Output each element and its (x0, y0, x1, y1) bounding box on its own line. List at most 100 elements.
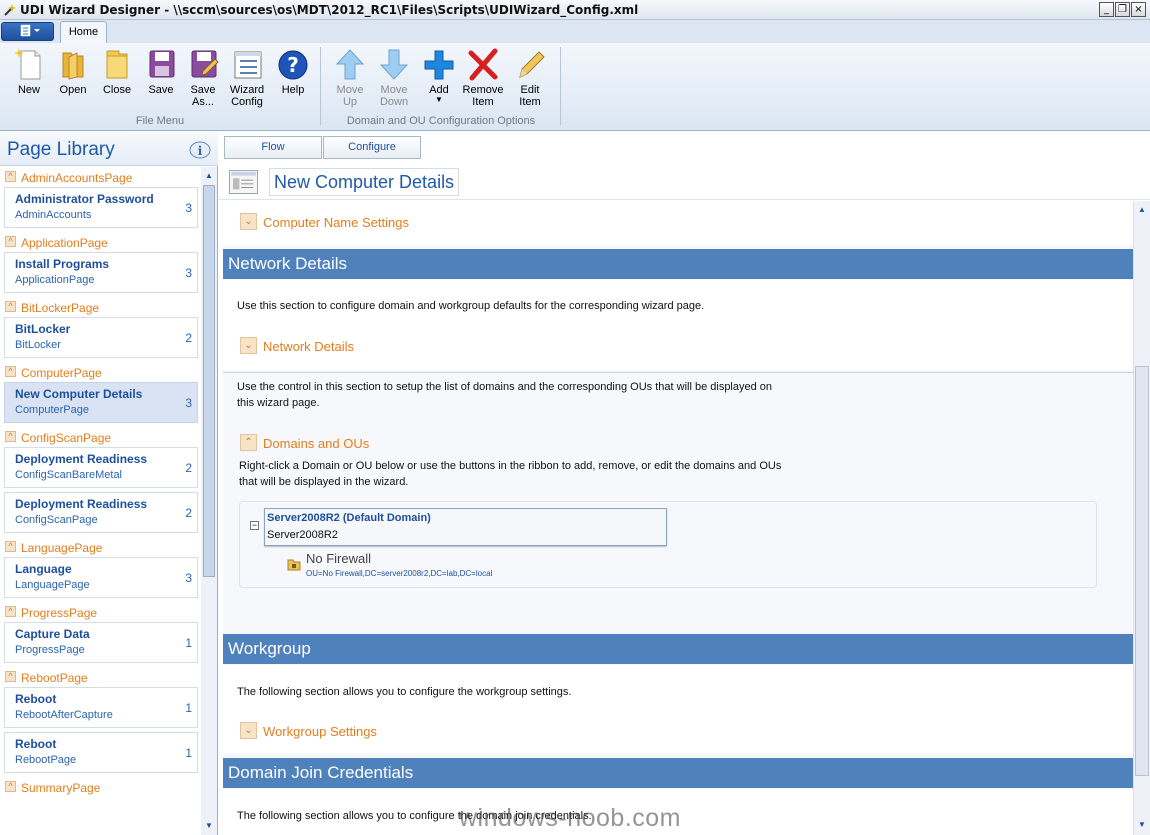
category-collapse-icon[interactable]: ^ (5, 236, 16, 247)
ou-node-name[interactable]: No Firewall (306, 551, 371, 566)
library-category[interactable]: ^ AdminAccountsPage (0, 167, 201, 187)
help-label: Help (281, 84, 305, 96)
close-label: Close (102, 84, 132, 96)
library-category[interactable]: ^ LanguagePage (0, 537, 201, 557)
library-item-subtitle: ComputerPage (15, 404, 89, 416)
scroll-down-icon[interactable]: ▼ (1135, 818, 1149, 832)
workgroup-description: The following section allows you to conf… (237, 686, 572, 698)
category-collapse-icon[interactable]: ^ (5, 431, 16, 442)
domains-ous-expander[interactable]: Domains and OUs (263, 436, 369, 451)
library-item[interactable]: Language LanguagePage 3 (4, 557, 198, 598)
library-category-label: AdminAccountsPage (21, 171, 133, 185)
ribbon: New Open Close Save Save As... Wizard Co… (0, 43, 1150, 131)
open-button[interactable]: Open (51, 45, 95, 96)
pencil-icon (519, 51, 545, 78)
new-button[interactable]: New (7, 45, 51, 96)
scroll-up-icon[interactable]: ▲ (202, 169, 216, 183)
new-document-icon (14, 48, 41, 80)
library-item[interactable]: Capture Data ProgressPage 1 (4, 622, 198, 663)
close-button[interactable]: × (1131, 2, 1146, 17)
category-collapse-icon[interactable]: ^ (5, 781, 16, 792)
library-item-count: 2 (185, 461, 192, 475)
category-collapse-icon[interactable]: ^ (5, 301, 16, 312)
add-button[interactable]: Add ▼ (417, 45, 461, 104)
move-up-button[interactable]: Move Up (328, 45, 372, 108)
wizard-config-button[interactable]: Wizard Config (225, 45, 269, 108)
expander-chevron-icon[interactable]: ⌄ (240, 213, 257, 230)
library-item[interactable]: Deployment Readiness ConfigScanBareMetal 2 (4, 447, 198, 488)
library-item-title: Deployment Readiness (15, 452, 148, 466)
save-button[interactable]: Save (139, 45, 183, 96)
library-category[interactable]: ^ SummaryPage (0, 777, 201, 797)
maximize-button[interactable]: ❐ (1115, 2, 1130, 17)
library-item-title: BitLocker (15, 322, 71, 336)
workgroup-settings-expander[interactable]: Workgroup Settings (263, 724, 377, 739)
library-item-subtitle: ConfigScanBareMetal (15, 469, 123, 481)
network-details-heading: Network Details (223, 249, 1133, 279)
tab-home[interactable]: Home (60, 21, 107, 43)
library-item[interactable]: Reboot RebootAfterCapture 1 (4, 687, 198, 728)
library-scroll-thumb[interactable] (203, 185, 215, 577)
scroll-down-icon[interactable]: ▼ (202, 819, 216, 833)
expander-chevron-up-icon[interactable]: ⌃ (240, 434, 257, 451)
category-collapse-icon[interactable]: ^ (5, 671, 16, 682)
tab-flow[interactable]: Flow (224, 136, 322, 159)
minimize-button[interactable]: _ (1099, 2, 1114, 17)
library-item[interactable]: Deployment Readiness ConfigScanPage 2 (4, 492, 198, 533)
arrow-up-icon (335, 49, 365, 80)
remove-item-button[interactable]: Remove Item (461, 45, 505, 108)
page-title[interactable]: New Computer Details (269, 168, 460, 196)
library-category[interactable]: ^ BitLockerPage (0, 297, 201, 317)
edit-item-button[interactable]: Edit Item (508, 45, 552, 108)
plus-icon (424, 50, 454, 80)
ou-folder-icon (287, 559, 301, 571)
library-item-count: 3 (185, 396, 192, 410)
category-collapse-icon[interactable]: ^ (5, 541, 16, 552)
domain-join-heading: Domain Join Credentials (223, 758, 1133, 788)
watermark: windows-noob.com (459, 804, 681, 832)
library-category[interactable]: ^ ApplicationPage (0, 232, 201, 252)
close-file-button[interactable]: Close (95, 45, 139, 96)
category-collapse-icon[interactable]: ^ (5, 606, 16, 617)
library-item-count: 2 (185, 331, 192, 345)
save-as-button[interactable]: Save As... (181, 45, 225, 108)
library-item-subtitle: RebootAfterCapture (15, 709, 113, 721)
application-menu-button[interactable] (1, 22, 54, 41)
category-collapse-icon[interactable]: ^ (5, 171, 16, 182)
app-icon (4, 4, 16, 16)
domains-description-line2: this wizard page. (237, 397, 320, 409)
help-button[interactable]: ? Help (271, 45, 315, 96)
collapse-node-icon[interactable]: − (250, 521, 259, 530)
tab-configure[interactable]: Configure (323, 136, 421, 159)
library-category[interactable]: ^ RebootPage (0, 667, 201, 687)
network-details-expander[interactable]: Network Details (263, 339, 354, 354)
library-category[interactable]: ^ ConfigScanPage (0, 427, 201, 447)
library-item[interactable]: Install Programs ApplicationPage 3 (4, 252, 198, 293)
network-details-description: Use this section to configure domain and… (237, 300, 705, 312)
content-scroll-thumb[interactable] (1135, 366, 1149, 776)
library-item[interactable]: BitLocker BitLocker 2 (4, 317, 198, 358)
library-item[interactable]: Administrator Password AdminAccounts 3 (4, 187, 198, 228)
scroll-up-icon[interactable]: ▲ (1135, 203, 1149, 217)
svg-text:i: i (198, 144, 203, 158)
open-folder-icon (62, 52, 84, 80)
domain-node[interactable]: Server2008R2 (Default Domain) Server2008… (264, 508, 667, 546)
domain-group-label: Domain and OU Configuration Options (346, 115, 536, 127)
library-scrollbar[interactable]: ▲ ▼ (201, 167, 217, 835)
domains-instructions-line2: that will be displayed in the wizard. (239, 476, 409, 488)
move-down-button[interactable]: Move Down (372, 45, 416, 108)
info-icon[interactable]: i (189, 141, 211, 159)
save-icon (149, 50, 175, 78)
expander-chevron-icon[interactable]: ⌄ (240, 337, 257, 354)
library-item[interactable]: Reboot RebootPage 1 (4, 732, 198, 773)
red-x-icon (468, 48, 498, 81)
computer-name-settings-expander[interactable]: Computer Name Settings (263, 215, 409, 230)
category-collapse-icon[interactable]: ^ (5, 366, 16, 377)
content-scrollbar[interactable]: ▲ ▼ (1133, 201, 1150, 835)
library-category[interactable]: ^ ComputerPage (0, 362, 201, 382)
domain-node-title: Server2008R2 (Default Domain) (267, 512, 431, 524)
library-item[interactable]: New Computer Details ComputerPage 3 (4, 382, 198, 423)
remove-item-label: Remove Item (462, 84, 504, 108)
expander-chevron-icon[interactable]: ⌄ (240, 722, 257, 739)
library-category[interactable]: ^ ProgressPage (0, 602, 201, 622)
